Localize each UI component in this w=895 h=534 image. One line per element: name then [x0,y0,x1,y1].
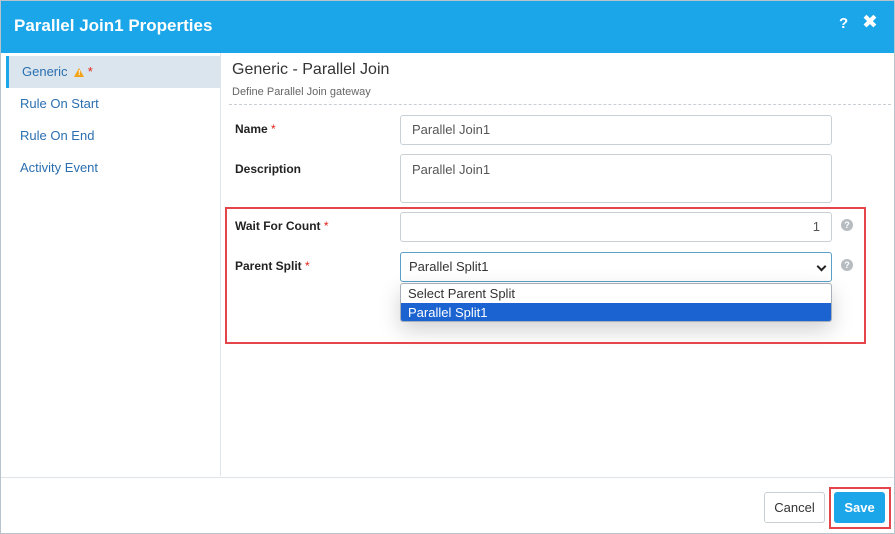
name-label-text: Name [235,122,268,136]
description-textarea[interactable]: Parallel Join1 [400,154,832,203]
sidebar-item-activity-event[interactable]: Activity Event [6,152,220,184]
warning-icon: ! [74,68,85,77]
sidebar: Generic ! * Rule On Start Rule On End Ac… [1,53,221,476]
sidebar-item-rule-on-start[interactable]: Rule On Start [6,88,220,120]
sidebar-item-label: Rule On End [20,128,95,143]
annotation-highlight-box [225,207,866,344]
required-mark: * [87,64,93,79]
description-label-text: Description [235,162,302,176]
cancel-button[interactable]: Cancel [764,492,825,523]
name-label: Name * [235,122,276,136]
save-highlight-box [829,487,891,529]
required-mark: * [271,122,276,136]
sidebar-item-label: Generic [22,64,68,79]
dialog-title: Parallel Join1 Properties [14,16,213,35]
sidebar-item-rule-on-end[interactable]: Rule On End [6,120,220,152]
description-label: Description [235,162,301,176]
help-icon[interactable]: ? [839,15,848,32]
section-title: Generic - Parallel Join [232,61,390,78]
sidebar-item-label: Activity Event [20,160,99,175]
section-divider [229,104,891,105]
dialog-footer-divider [1,477,894,478]
name-input[interactable]: Parallel Join1 [400,115,832,145]
dialog-titlebar: Parallel Join1 Properties ? ✖ [1,1,894,53]
properties-dialog: Parallel Join1 Properties ? ✖ Generic ! … [0,0,895,534]
section-subtitle: Define Parallel Join gateway [232,86,371,98]
sidebar-item-generic[interactable]: Generic ! * [6,56,220,88]
sidebar-item-label: Rule On Start [20,96,99,111]
close-icon[interactable]: ✖ [862,13,878,32]
